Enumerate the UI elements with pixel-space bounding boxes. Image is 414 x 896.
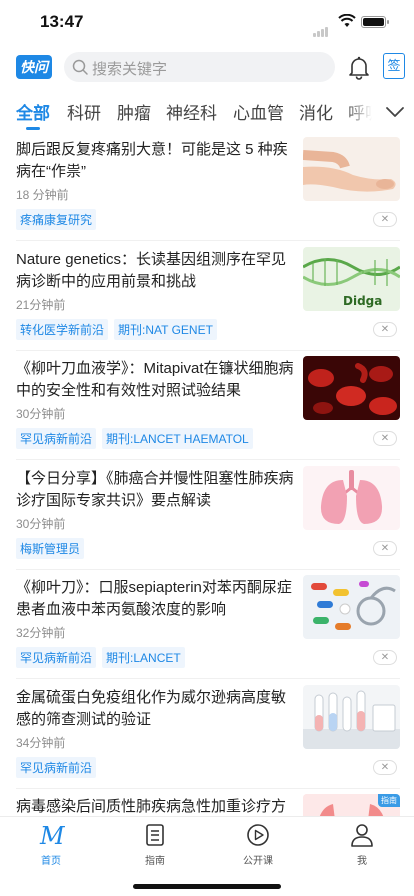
article-time: 34分钟前 bbox=[16, 735, 66, 750]
article-tag[interactable]: 期刊:LANCET HAEMATOL bbox=[102, 428, 253, 449]
article-time: 18 分钟前 bbox=[16, 188, 69, 202]
lab-tubes-thumbnail bbox=[303, 684, 400, 749]
dismiss-button[interactable]: ✕ bbox=[373, 321, 397, 337]
article-tag[interactable]: 罕见病新前沿 bbox=[16, 428, 97, 449]
tab-cardiology[interactable]: 心血管 bbox=[233, 99, 284, 124]
blood-cells-thumbnail bbox=[303, 356, 400, 420]
article-item[interactable]: Nature genetics：长读基因组测序在罕见病诊断中的应用前景和挑战 2… bbox=[0, 246, 414, 357]
search-placeholder: 搜索关键字 bbox=[92, 61, 168, 78]
lung-scan-thumbnail: 指南 bbox=[303, 794, 400, 817]
bell-icon[interactable] bbox=[346, 54, 372, 80]
article-item[interactable]: 《柳叶刀》：口服sepiapterin对苯丙酮尿症患者血液中苯丙氨酸浓度的影响 … bbox=[0, 575, 414, 685]
dismiss-button[interactable]: ✕ bbox=[373, 759, 397, 775]
active-tab-indicator bbox=[26, 127, 40, 130]
tab-research[interactable]: 科研 bbox=[67, 99, 101, 124]
tabbar-open-course[interactable]: 公开课 bbox=[228, 821, 288, 867]
svg-text:M: M bbox=[39, 822, 65, 849]
status-time: 13:47 bbox=[40, 12, 84, 31]
article-title: 《柳叶刀》：口服sepiapterin对苯丙酮尿症患者血液中苯丙氨酸浓度的影响 bbox=[16, 579, 292, 618]
article-item[interactable]: 病毒感染后间质性肺疾病急性加重诊疗方 指南 bbox=[0, 794, 414, 817]
tab-digestive[interactable]: 消化 bbox=[299, 99, 333, 124]
article-tag[interactable]: 罕见病新前沿 bbox=[16, 756, 97, 778]
article-feed: 脚后跟反复疼痛别大意！可能是这 5 种疾病在“作祟” 18 分钟前 疼痛康复研究… bbox=[0, 137, 414, 817]
tabbar-guide[interactable]: 指南 bbox=[125, 821, 185, 867]
tabbar-me[interactable]: 我 bbox=[332, 821, 392, 867]
article-tag[interactable]: 罕见病新前沿 bbox=[16, 647, 97, 668]
tabbar-label: 公开课 bbox=[243, 856, 273, 867]
dna-thumbnail: Didga bbox=[303, 246, 400, 311]
tab-all[interactable]: 全部 bbox=[16, 99, 50, 124]
lungs-thumbnail bbox=[303, 465, 400, 530]
article-tag[interactable]: 转化医学新前沿 bbox=[16, 318, 109, 340]
dismiss-button[interactable]: ✕ bbox=[373, 431, 397, 446]
battery-icon bbox=[361, 16, 389, 28]
article-title: 【今日分享】《肺癌合并慢性阻塞性肺疾病诊疗国际专家共识》要点解读 bbox=[16, 469, 294, 509]
chevron-down-icon[interactable] bbox=[382, 100, 408, 124]
article-title: 《柳叶刀血液学》：Mitapivat在镰状细胞病中的安全性和有效性对照试验结果 bbox=[16, 360, 294, 399]
search-icon bbox=[72, 59, 88, 75]
dismiss-button[interactable]: ✕ bbox=[373, 540, 397, 556]
foot-thumbnail bbox=[303, 137, 400, 201]
category-tabs: 全部 科研 肿瘤 神经科 心血管 消化 呼吸 bbox=[0, 92, 414, 132]
tab-oncology[interactable]: 肿瘤 bbox=[117, 99, 151, 124]
status-bar: 13:47 bbox=[0, 0, 414, 44]
article-tag[interactable]: 梅斯管理员 bbox=[16, 537, 85, 559]
article-item[interactable]: 【今日分享】《肺癌合并慢性阻塞性肺疾病诊疗国际专家共识》要点解读 30分钟前 梅… bbox=[0, 465, 414, 576]
home-m-icon: M bbox=[39, 822, 65, 849]
article-time: 30分钟前 bbox=[16, 516, 66, 531]
article-tag[interactable]: 疼痛康复研究 bbox=[16, 209, 97, 230]
tabbar-label: 我 bbox=[357, 856, 367, 867]
dismiss-button[interactable]: ✕ bbox=[373, 650, 397, 665]
article-title: Nature genetics：长读基因组测序在罕见病诊断中的应用前景和挑战 bbox=[16, 250, 287, 290]
article-time: 30分钟前 bbox=[16, 407, 66, 421]
divider bbox=[16, 459, 400, 460]
article-title: 脚后跟反复疼痛别大意！可能是这 5 种疾病在“作祟” bbox=[16, 141, 288, 180]
person-icon bbox=[351, 824, 373, 847]
divider bbox=[16, 678, 400, 679]
article-time: 21分钟前 bbox=[16, 297, 66, 312]
article-tag[interactable]: 期刊:LANCET bbox=[102, 647, 185, 668]
article-item[interactable]: 脚后跟反复疼痛别大意！可能是这 5 种疾病在“作祟” 18 分钟前 疼痛康复研究… bbox=[0, 137, 414, 247]
pills-thumbnail bbox=[303, 575, 400, 639]
divider bbox=[16, 240, 400, 241]
signin-button[interactable]: 签 bbox=[383, 53, 405, 79]
tab-neurology[interactable]: 神经科 bbox=[166, 99, 217, 124]
search-input[interactable]: 搜索关键字 bbox=[64, 52, 335, 82]
article-item[interactable]: 《柳叶刀血液学》：Mitapivat在镰状细胞病中的安全性和有效性对照试验结果 … bbox=[0, 356, 414, 466]
top-header: 快问 搜索关键字 签 bbox=[0, 48, 414, 88]
play-circle-icon bbox=[247, 824, 269, 846]
dismiss-button[interactable]: ✕ bbox=[373, 212, 397, 227]
article-tag[interactable]: 期刊:NAT GENET bbox=[114, 318, 217, 340]
guide-doc-icon bbox=[146, 824, 164, 846]
article-time: 32分钟前 bbox=[16, 626, 66, 640]
wifi-icon bbox=[338, 14, 356, 27]
app-logo: 快问 bbox=[16, 55, 52, 79]
thumbnail-text: Didga bbox=[343, 294, 382, 308]
guide-badge: 指南 bbox=[378, 794, 400, 807]
tabs-fade bbox=[344, 92, 384, 132]
article-title: 病毒感染后间质性肺疾病急性加重诊疗方 bbox=[16, 798, 287, 815]
divider bbox=[16, 787, 400, 789]
tabbar-home[interactable]: M 首页 bbox=[21, 821, 81, 867]
divider bbox=[16, 349, 400, 351]
home-indicator[interactable] bbox=[133, 884, 281, 889]
article-title: 金属硫蛋白免疫组化作为威尔逊病高度敏感的筛查测试的验证 bbox=[16, 688, 287, 728]
tabbar-label: 指南 bbox=[145, 856, 165, 867]
signal-icon bbox=[313, 19, 329, 37]
article-item[interactable]: 金属硫蛋白免疫组化作为威尔逊病高度敏感的筛查测试的验证 34分钟前 罕见病新前沿… bbox=[0, 684, 414, 795]
tabbar-label: 首页 bbox=[41, 856, 61, 867]
divider bbox=[16, 568, 400, 570]
